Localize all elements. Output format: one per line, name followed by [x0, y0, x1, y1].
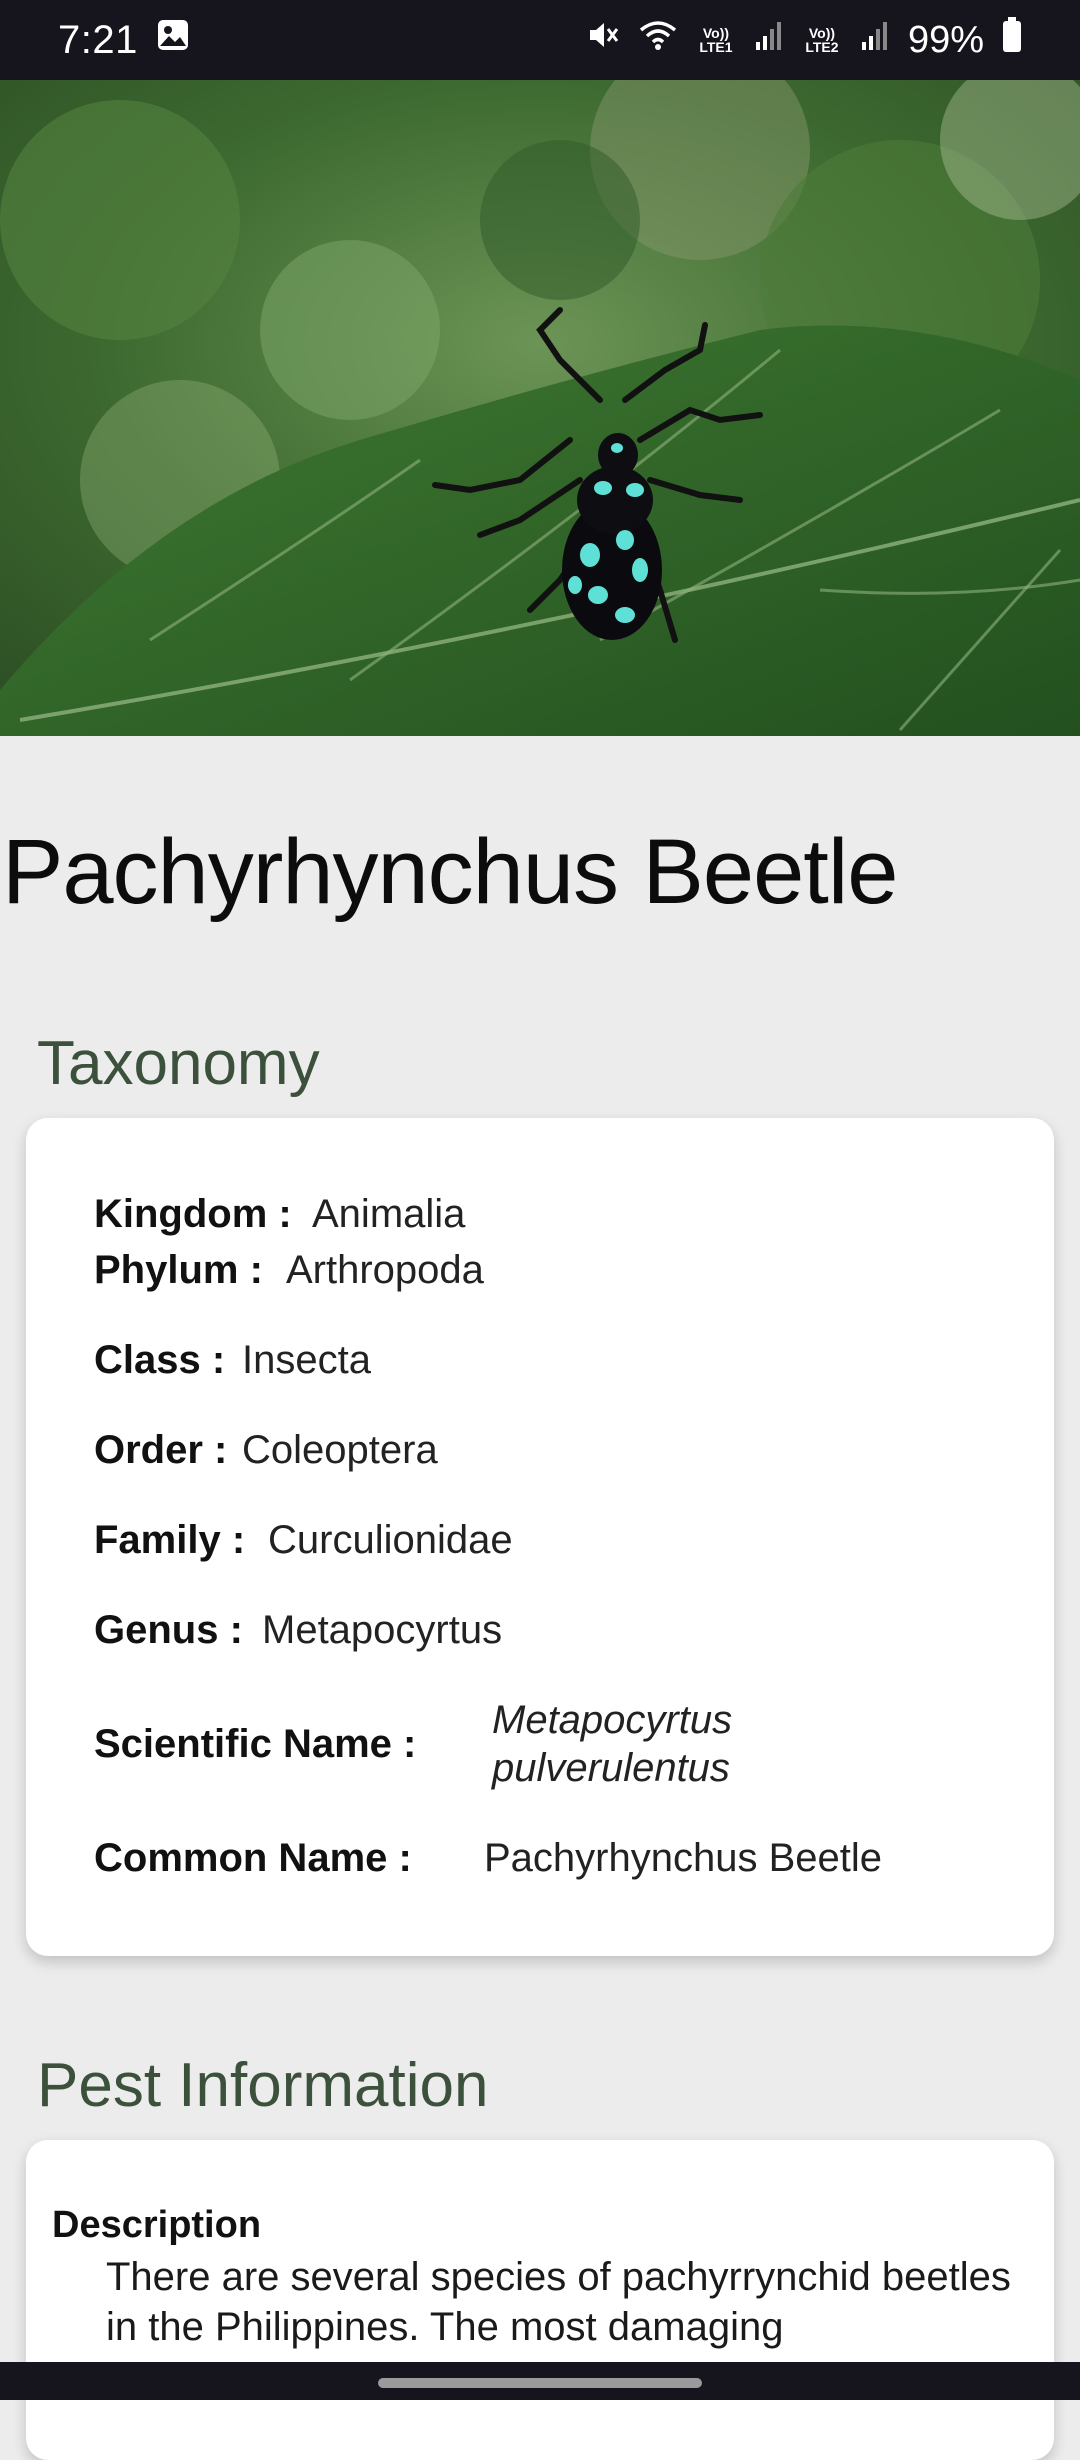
taxonomy-row-class: Class : Insecta [94, 1336, 371, 1384]
taxonomy-value: Pachyrhynchus Beetle [484, 1836, 883, 1880]
status-bar: 7:21 Vo)) LTE1 Vo)) LTE2 99% [0, 0, 1080, 80]
taxonomy-row-kingdom: Kingdom : Animalia [94, 1190, 465, 1238]
taxonomy-row-phylum: Phylum : Arthropoda [94, 1246, 484, 1294]
taxonomy-label: Common Name : [94, 1836, 412, 1880]
taxonomy-value: Metapocyrtus [262, 1608, 503, 1652]
signal-icon [754, 19, 784, 62]
taxonomy-row-family: Family : Curculionidae [94, 1516, 513, 1564]
description-text: There are several species of pachyrrynch… [106, 2255, 1011, 2349]
status-right: Vo)) LTE1 Vo)) LTE2 99% [586, 17, 1022, 63]
taxonomy-row-scientific-name: Scientific Name : Metapocyrtus pulverule… [94, 1696, 732, 1792]
sim2-label: Vo)) LTE2 [805, 25, 839, 55]
taxonomy-row-order: Order : Coleoptera [94, 1426, 438, 1474]
page-title: Pachyrhynchus Beetle [2, 821, 898, 923]
beetle-photo [0, 80, 1080, 736]
taxonomy-label: Kingdom : [94, 1192, 292, 1236]
home-gesture-handle[interactable] [378, 2378, 702, 2388]
wifi-icon [638, 18, 678, 62]
scientific-name-line: pulverulentus [492, 1746, 730, 1790]
taxonomy-label: Class : [94, 1338, 226, 1382]
taxonomy-heading: Taxonomy [37, 1029, 320, 1098]
scientific-name-line: Metapocyrtus [492, 1698, 733, 1742]
taxonomy-value: Arthropoda [286, 1248, 484, 1292]
status-time: 7:21 [58, 17, 138, 62]
taxonomy-value: Coleoptera [242, 1428, 438, 1472]
taxonomy-value: Animalia [312, 1192, 466, 1236]
description-label: Description [52, 2204, 262, 2246]
taxonomy-label: Family : [94, 1518, 246, 1562]
status-left: 7:21 [58, 18, 190, 63]
scientific-name-value: Metapocyrtus pulverulentus [492, 1696, 732, 1792]
taxonomy-card: Kingdom : Animalia Phylum : Arthropoda C… [26, 1118, 1054, 1956]
signal-icon [860, 19, 890, 62]
taxonomy-label: Genus : [94, 1608, 243, 1652]
navigation-bar [0, 2362, 1080, 2400]
taxonomy-row-genus: Genus : Metapocyrtus [94, 1606, 502, 1654]
taxonomy-value: Insecta [242, 1338, 371, 1382]
mute-icon [586, 18, 620, 62]
taxonomy-value: Curculionidae [268, 1518, 513, 1562]
taxonomy-row-common-name: Common Name : Pachyrhynchus Beetle [94, 1834, 882, 1882]
pest-information-card: Description There are several species of… [26, 2140, 1054, 2460]
taxonomy-label: Phylum : [94, 1248, 263, 1292]
pest-information-heading: Pest Information [37, 2051, 489, 2120]
sim1-label: Vo)) LTE1 [699, 25, 733, 55]
taxonomy-label: Order : [94, 1428, 228, 1472]
taxonomy-label: Scientific Name : [94, 1722, 417, 1766]
battery-icon [1002, 17, 1022, 63]
gallery-icon [156, 18, 190, 62]
battery-percent: 99% [907, 18, 984, 61]
